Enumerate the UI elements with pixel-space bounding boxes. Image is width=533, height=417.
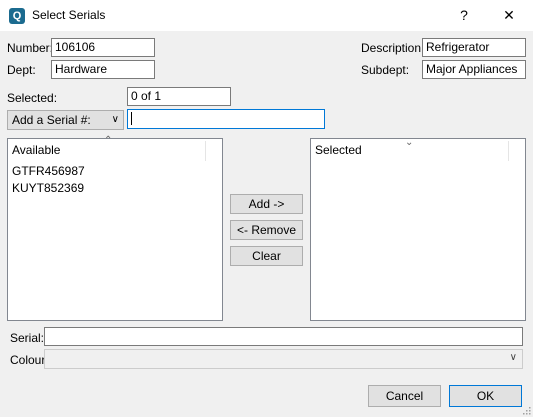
available-list-header[interactable]: Available ⌃ xyxy=(8,135,222,161)
dept-label: Dept: xyxy=(7,63,36,77)
remove-button[interactable]: <- Remove xyxy=(230,220,303,240)
serial-entry-input[interactable] xyxy=(127,109,325,129)
colour-label: Colour xyxy=(10,353,46,367)
number-field[interactable]: 106106 xyxy=(51,38,155,57)
chevron-down-icon: ∨ xyxy=(111,114,119,125)
dept-field[interactable]: Hardware xyxy=(51,60,155,79)
available-header-label: Available xyxy=(12,143,61,157)
serial-label: Serial: xyxy=(10,331,45,345)
header-separator xyxy=(205,141,206,161)
list-item[interactable]: KUYT852369 xyxy=(12,181,84,195)
help-button[interactable]: ? xyxy=(452,4,476,26)
help-icon: ? xyxy=(460,7,468,23)
selected-list[interactable]: Selected ⌄ xyxy=(310,137,526,321)
add-serial-combo[interactable]: Add a Serial #: ∨ xyxy=(7,110,124,130)
number-label: Number: xyxy=(7,41,54,55)
window-title: Select Serials xyxy=(32,8,106,22)
selected-count-field[interactable]: 0 of 1 xyxy=(127,87,231,106)
list-item[interactable]: GTFR456987 xyxy=(12,164,85,178)
add-button[interactable]: Add -> xyxy=(230,194,303,214)
close-icon: ✕ xyxy=(503,7,515,23)
text-caret xyxy=(131,112,132,125)
clear-button[interactable]: Clear xyxy=(230,246,303,266)
cancel-button[interactable]: Cancel xyxy=(368,385,441,407)
available-list[interactable]: Available ⌃ GTFR456987 KUYT852369 xyxy=(7,135,223,321)
add-serial-combo-label: Add a Serial #: xyxy=(12,113,91,127)
sort-indicator-icon: ⌃ xyxy=(104,135,113,146)
chevron-down-icon: ∨ xyxy=(509,352,517,363)
close-button[interactable]: ✕ xyxy=(497,4,521,26)
sort-indicator-icon: ⌄ xyxy=(405,137,414,148)
selected-list-header[interactable]: Selected ⌄ xyxy=(311,137,525,161)
serial-field[interactable] xyxy=(44,327,523,346)
subdept-label: Subdept: xyxy=(361,63,410,77)
selected-header-label: Selected xyxy=(315,143,362,157)
description-field[interactable]: Refrigerator xyxy=(422,38,526,57)
description-label: Description: xyxy=(361,41,425,55)
ok-button[interactable]: OK xyxy=(449,385,522,407)
subdept-field[interactable]: Major Appliances xyxy=(422,60,526,79)
header-separator xyxy=(508,141,509,161)
selected-label: Selected: xyxy=(7,91,58,105)
resize-grip-icon[interactable] xyxy=(521,405,531,415)
app-icon: Q xyxy=(9,8,25,24)
colour-combo[interactable]: ∨ xyxy=(44,349,523,369)
